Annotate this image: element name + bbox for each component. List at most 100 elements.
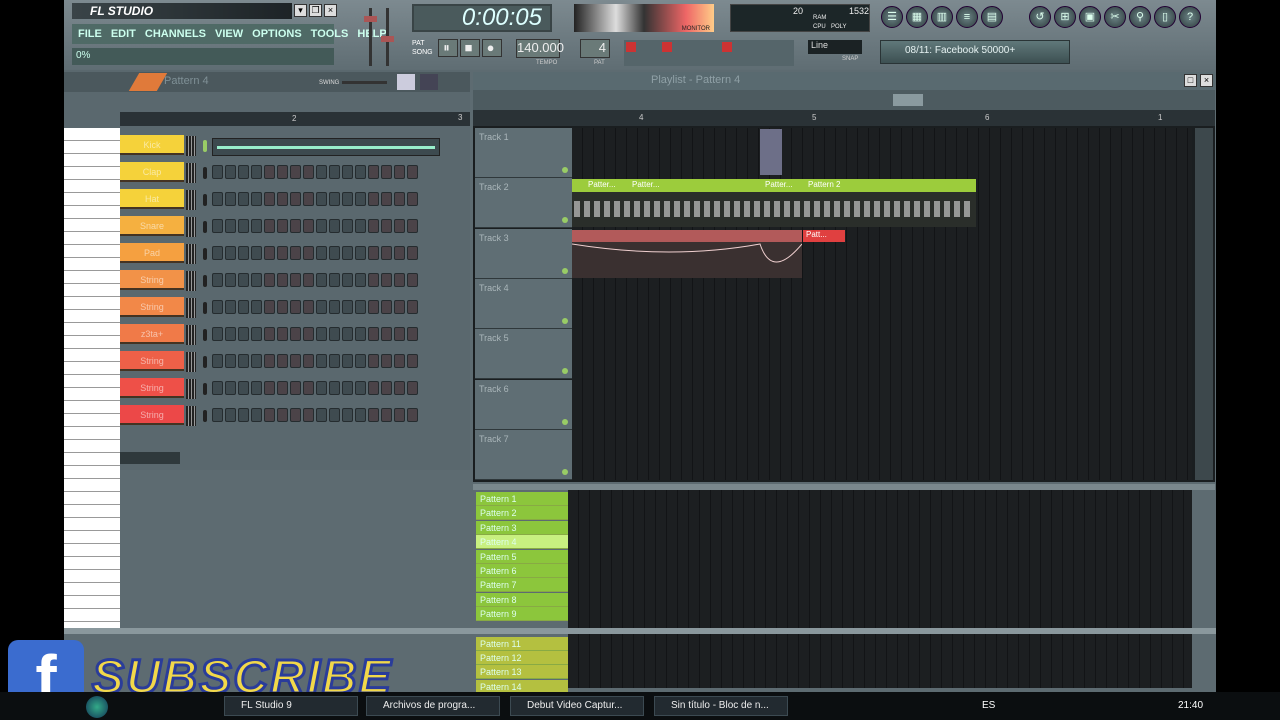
step-button[interactable] [355,219,366,233]
piano-keyboard[interactable] [64,128,120,630]
channel-select-led[interactable] [203,329,207,341]
step-button[interactable] [264,408,275,422]
step-button[interactable] [394,192,405,206]
channel-select-led[interactable] [203,410,207,422]
step-button[interactable] [303,381,314,395]
step-button[interactable] [316,165,327,179]
track-header[interactable]: Track 4 [475,278,572,329]
step-button[interactable] [329,246,340,260]
news-ticker[interactable]: 08/11: Facebook 50000+ [880,40,1070,64]
playlist-close-button[interactable]: × [1200,74,1213,87]
step-button[interactable] [316,246,327,260]
step-button[interactable] [277,273,288,287]
channel-button[interactable]: Kick [120,135,184,155]
record-button[interactable]: ● [482,39,502,57]
channel-button[interactable]: Snare [120,216,184,236]
channel-button[interactable]: String [120,297,184,317]
clip-track-3[interactable]: Patt... [803,230,845,242]
step-button[interactable] [212,327,223,341]
step-button[interactable] [303,408,314,422]
step-button[interactable] [277,327,288,341]
step-button[interactable] [251,327,262,341]
step-button[interactable] [251,246,262,260]
step-button[interactable] [329,300,340,314]
step-button[interactable] [316,381,327,395]
step-button[interactable] [225,273,236,287]
step-button[interactable] [381,381,392,395]
track-mute-led[interactable] [562,267,568,274]
step-button[interactable] [264,246,275,260]
step-edit-toggle[interactable] [662,42,672,52]
step-button[interactable] [303,165,314,179]
pause-button[interactable]: ⏸ [438,39,458,57]
step-button[interactable] [394,408,405,422]
step-button[interactable] [290,381,301,395]
step-button[interactable] [368,354,379,368]
step-button[interactable] [368,408,379,422]
step-button[interactable] [264,273,275,287]
step-button[interactable] [355,408,366,422]
step-button[interactable] [407,219,418,233]
channel-select-led[interactable] [203,221,207,233]
step-button[interactable] [329,219,340,233]
pattern-item[interactable]: Pattern 6 [476,564,568,578]
step-button[interactable] [212,354,223,368]
pattern-item[interactable]: Pattern 9 [476,607,568,622]
step-button[interactable] [264,192,275,206]
channel-button[interactable]: Clap [120,162,184,182]
pattern-item[interactable]: Pattern 5 [476,549,568,564]
step-button[interactable] [329,273,340,287]
channel-button[interactable]: String [120,378,184,398]
step-button[interactable] [212,300,223,314]
step-button[interactable] [264,354,275,368]
taskbar-item-fl-studio[interactable]: FL Studio 9 [224,696,358,716]
keyboard-editor-button[interactable] [420,74,438,90]
master-pitch-slider[interactable] [381,8,394,66]
step-button[interactable] [394,246,405,260]
step-button[interactable] [303,327,314,341]
channel-select-led[interactable] [203,248,207,260]
menu-view[interactable]: VIEW [215,28,243,40]
step-button[interactable] [342,327,353,341]
step-button[interactable] [290,273,301,287]
step-button[interactable] [290,408,301,422]
minimize-button[interactable]: ▾ [294,4,307,17]
step-button[interactable] [368,300,379,314]
taskbar-item-notepad[interactable]: Sin título - Bloc de n... [654,696,788,716]
pattern-selector-button[interactable] [128,73,168,91]
pattern-item[interactable]: Pattern 12 [476,651,568,666]
track-mute-led[interactable] [562,368,568,375]
track-mute-led[interactable] [562,468,568,475]
step-button[interactable] [381,219,392,233]
step-button[interactable] [329,408,340,422]
step-button[interactable] [342,192,353,206]
pattern-item[interactable]: Pattern 4 [476,535,568,550]
channel-volume[interactable] [186,190,196,210]
step-button[interactable] [303,219,314,233]
step-button[interactable] [329,381,340,395]
step-button[interactable] [368,273,379,287]
step-button[interactable] [355,246,366,260]
step-button[interactable] [355,192,366,206]
step-button[interactable] [381,192,392,206]
pattern-grid[interactable] [568,490,1192,688]
step-button[interactable] [212,273,223,287]
menu-tools[interactable]: TOOLS [311,28,349,40]
piano-roll-icon[interactable]: ▥ [931,6,953,28]
step-button[interactable] [368,165,379,179]
playlist-view-icon[interactable]: ☰ [881,6,903,28]
step-button[interactable] [368,246,379,260]
step-sequencer-icon[interactable]: ▦ [906,6,928,28]
step-button[interactable] [277,354,288,368]
pattern-item[interactable]: Pattern 7 [476,578,568,593]
step-button[interactable] [394,219,405,233]
step-button[interactable] [264,219,275,233]
step-button[interactable] [212,381,223,395]
automation-clip[interactable] [572,230,802,278]
step-button[interactable] [238,300,249,314]
taskbar-item-explorer[interactable]: Archivos de progra... [366,696,500,716]
system-clock[interactable]: 21:40 [1178,700,1203,711]
step-button[interactable] [277,246,288,260]
step-button[interactable] [277,219,288,233]
step-button[interactable] [238,192,249,206]
